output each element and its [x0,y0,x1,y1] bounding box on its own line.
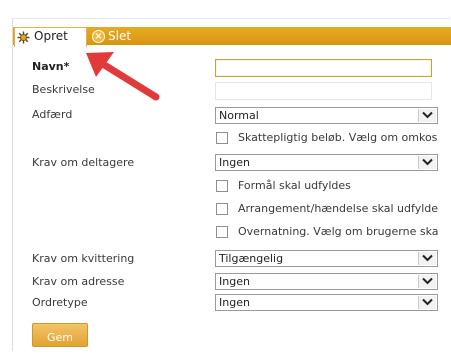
overnight-checkbox[interactable] [216,226,228,238]
participants-label: Krav om deltagere [32,156,135,169]
receipt-value: Tilgængelig [219,252,284,265]
order-type-select[interactable]: Ingen [215,294,438,311]
purpose-label: Formål skal udfyldes [238,179,351,192]
receipt-select[interactable]: Tilgængelig [215,250,438,267]
create-button-label[interactable]: Opret [34,28,68,44]
receipt-label: Krav om kvittering [32,252,135,265]
chevron-down-icon[interactable] [418,109,436,122]
overnight-label: Overnatning. Vælg om brugerne ska [238,225,439,238]
address-value: Ingen [219,275,250,288]
address-select[interactable]: Ingen [215,273,438,290]
event-checkbox[interactable] [216,203,228,215]
behavior-select[interactable]: Normal [215,107,438,124]
chevron-down-icon[interactable] [418,275,436,288]
description-input[interactable] [215,82,432,100]
behavior-label: Adfærd [32,108,73,121]
purpose-checkbox[interactable] [216,180,228,192]
annotation-arrow-icon [86,52,160,101]
sun-burst-icon [17,31,30,44]
participants-value: Ingen [219,156,250,169]
participants-select[interactable]: Ingen [215,154,438,171]
taxable-label: Skattepligtig beløb. Vælg om omkos [238,131,438,144]
chevron-down-icon[interactable] [418,296,436,309]
save-button[interactable]: Gem [32,323,88,347]
event-label: Arrangement/hændelse skal udfylde [238,202,439,215]
address-label: Krav om adresse [32,275,125,288]
chevron-down-icon[interactable] [418,156,436,169]
chevron-down-icon[interactable] [418,252,436,265]
name-label: Navn* [32,60,70,73]
close-circle-icon[interactable]: × [92,30,105,43]
behavior-value: Normal [219,109,259,122]
name-input[interactable] [215,59,432,77]
description-label: Beskrivelse [32,83,95,96]
order-type-value: Ingen [219,296,250,309]
order-type-label: Ordretype [32,296,88,309]
delete-button-label[interactable]: Slet [108,28,131,44]
taxable-checkbox[interactable] [216,132,228,144]
